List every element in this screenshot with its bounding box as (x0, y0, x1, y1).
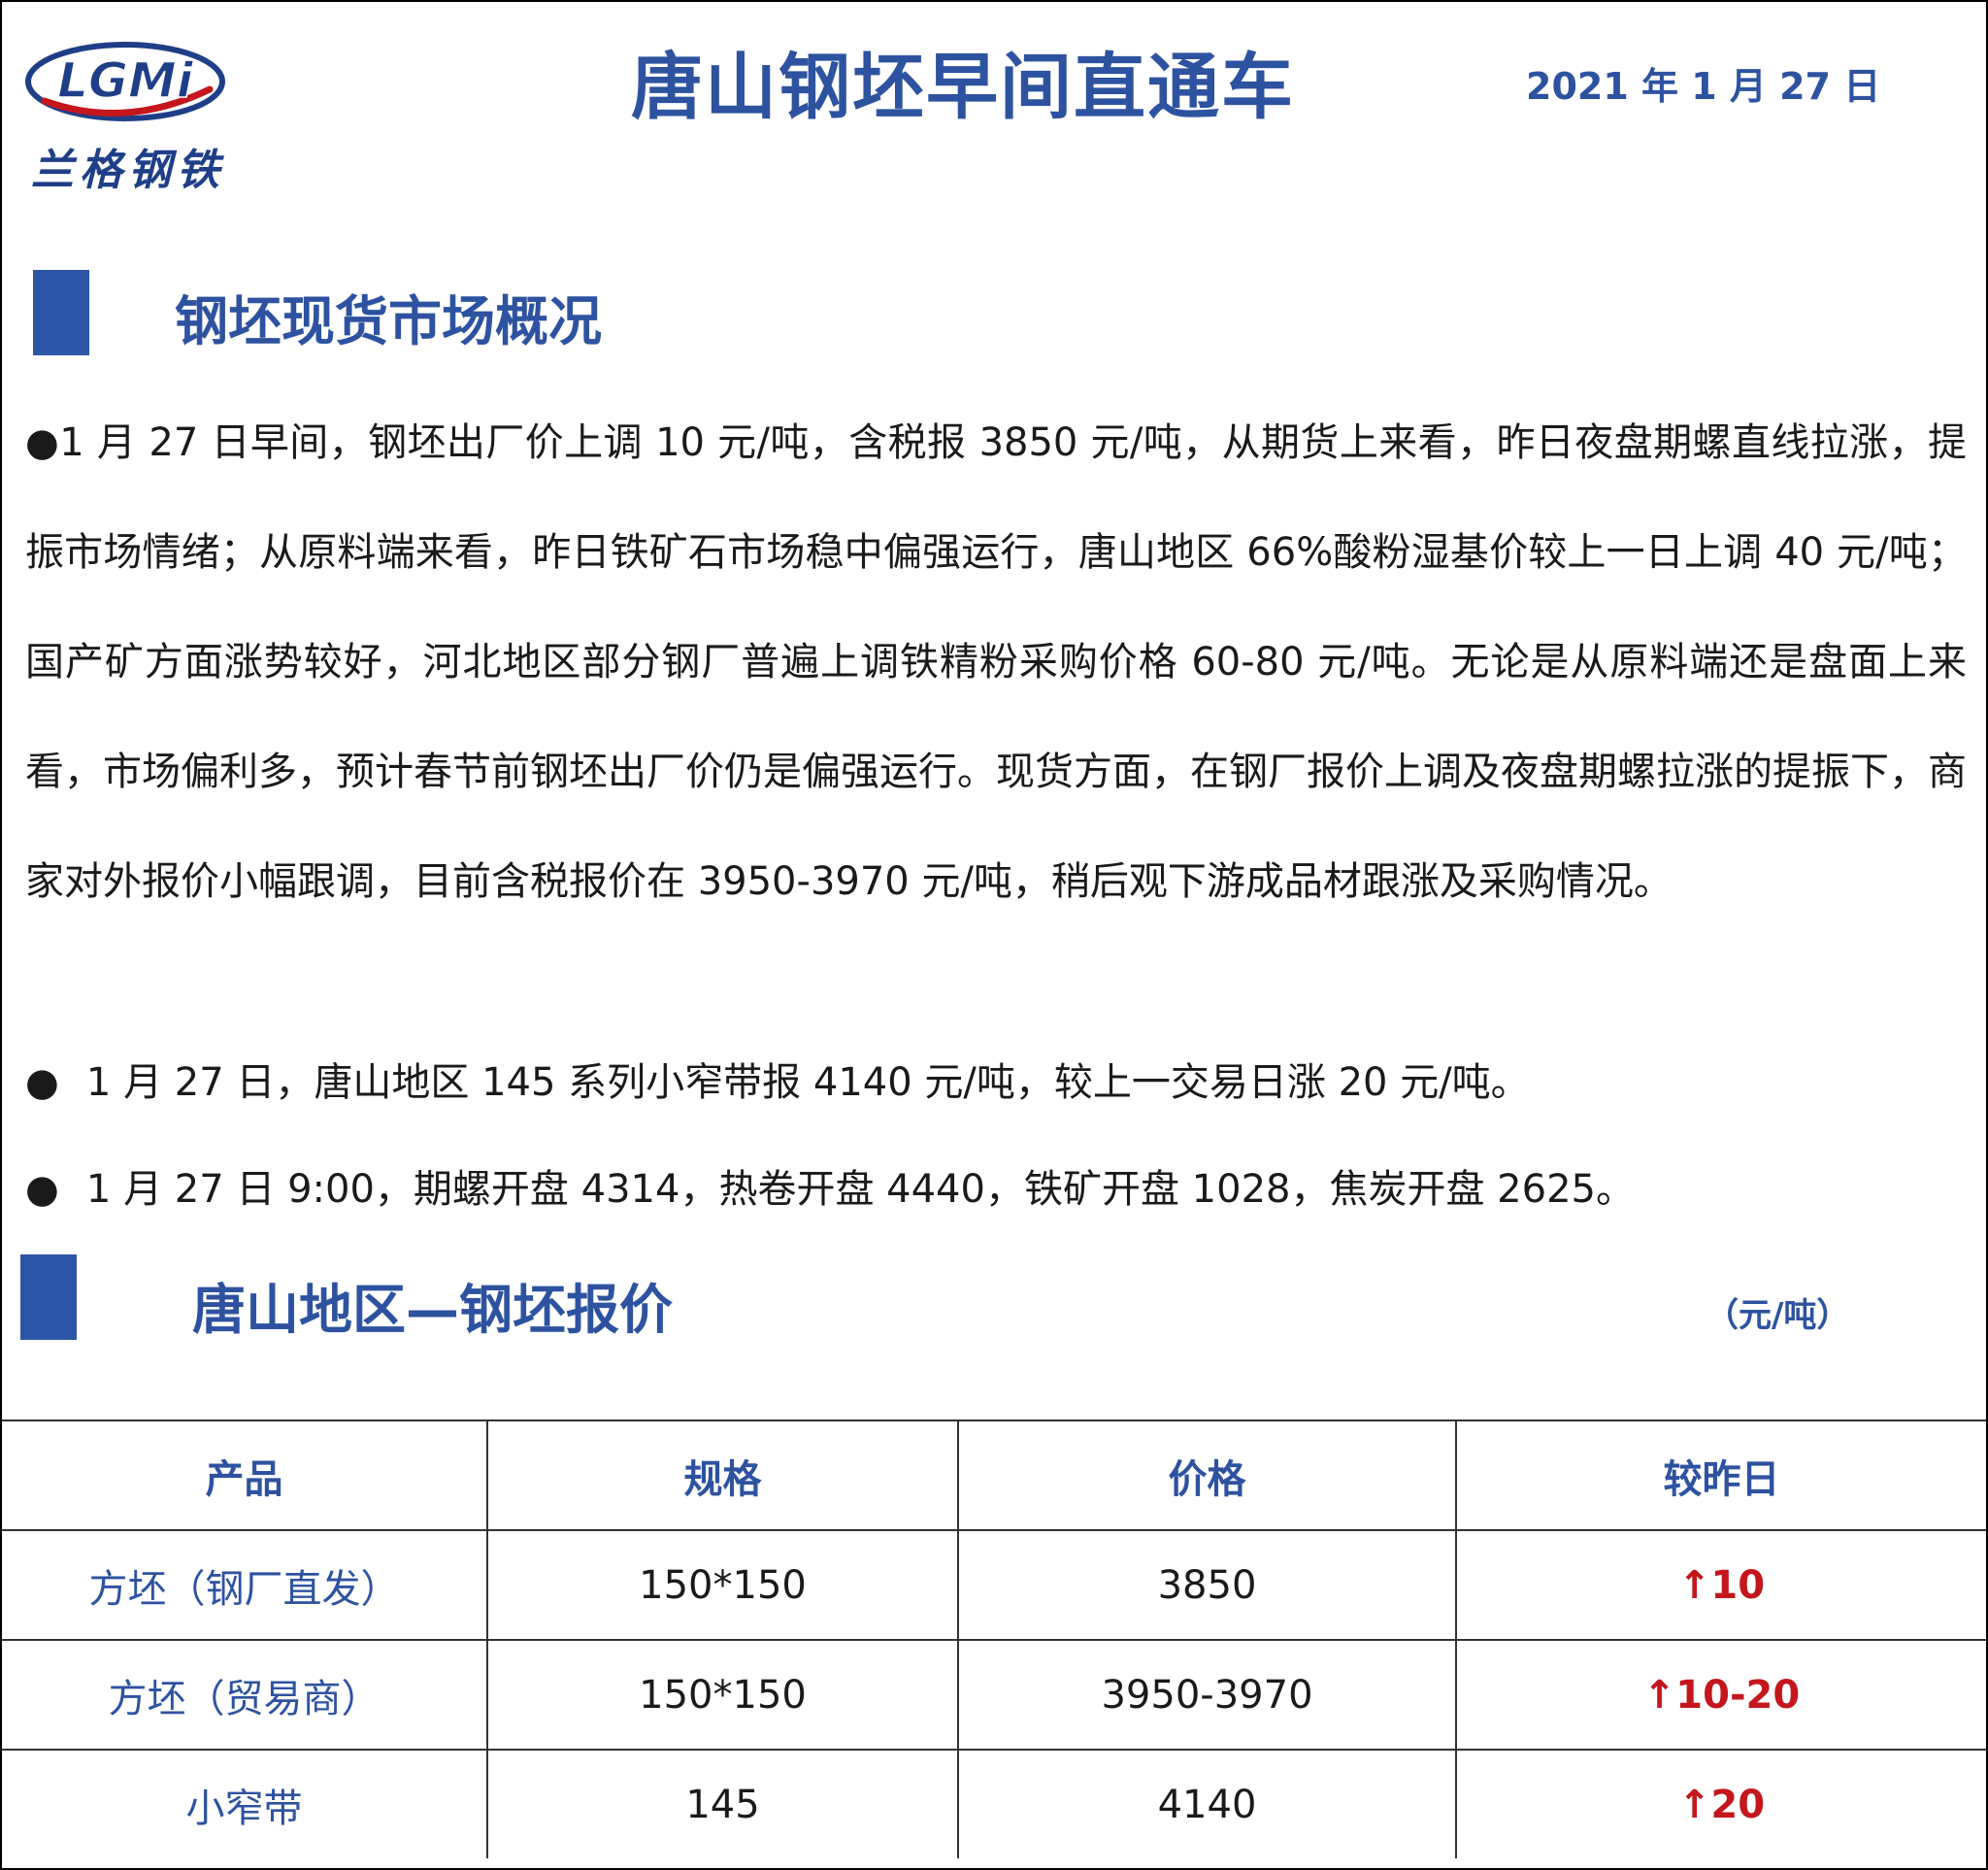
table-row: 方坯（钢厂直发） 150*150 3850 ↑10 (2, 1529, 1986, 1641)
bullet-item-narrow-strip: ● 1 月 27 日，唐山地区 145 系列小窄带报 4140 元/吨，较上一交易… (25, 1058, 1967, 1107)
bullet-text: 1 月 27 日 9:00，期螺开盘 4314，热卷开盘 4440，铁矿开盘 1… (85, 1167, 1635, 1212)
cell-price: 3950-3970 (957, 1639, 1457, 1751)
section-title-quotes: 唐山地区—钢坯报价 (192, 1279, 674, 1341)
bullet-text: 1 月 27 日，唐山地区 145 系列小窄带报 4140 元/吨，较上一交易日… (85, 1060, 1530, 1105)
cell-spec: 150*150 (486, 1529, 959, 1641)
table-row: 小窄带 145 4140 ↑20 (2, 1749, 1986, 1858)
company-logo: LGMi 兰格钢铁 (25, 41, 248, 196)
table-header-row: 产品 规格 价格 较昨日 (2, 1419, 1986, 1531)
section-marker-bar (20, 1254, 77, 1340)
column-header-price: 价格 (957, 1419, 1457, 1531)
cell-change: ↑10 (1455, 1529, 1986, 1641)
report-page: LGMi 兰格钢铁 唐山钢坯早间直通车 2021 年 1 月 27 日 钢坯现货… (0, 0, 1988, 1870)
column-header-spec: 规格 (486, 1419, 959, 1531)
cell-spec: 150*150 (486, 1639, 959, 1751)
bullet-dot-icon: ● (25, 1060, 59, 1105)
bullet-item-futures-open: ● 1 月 27 日 9:00，期螺开盘 4314，热卷开盘 4440，铁矿开盘 … (25, 1165, 1967, 1214)
cell-price: 3850 (957, 1529, 1457, 1641)
cell-spec: 145 (486, 1749, 959, 1858)
section-title-overview: 钢坯现货市场概况 (175, 290, 603, 352)
table-row: 方坯（贸易商） 150*150 3950-3970 ↑10-20 (2, 1639, 1986, 1751)
cell-product: 小窄带 (2, 1749, 488, 1858)
market-overview-paragraph: ●1 月 27 日早间，钢坯出厂价上调 10 元/吨，含税报 3850 元/吨，… (25, 388, 1967, 937)
column-header-change: 较昨日 (1455, 1419, 1986, 1531)
bullet-dot-icon: ● (25, 1167, 59, 1212)
cell-change: ↑20 (1455, 1749, 1986, 1858)
logo-mark-text: LGMi (57, 52, 194, 109)
billet-price-table: 产品 规格 价格 较昨日 方坯（钢厂直发） 150*150 3850 ↑10 方… (2, 1419, 1986, 1858)
cell-product: 方坯（钢厂直发） (2, 1529, 488, 1641)
report-date: 2021 年 1 月 27 日 (1526, 65, 1881, 108)
section-marker-bar (33, 270, 89, 355)
overview-text: ●1 月 27 日早间，钢坯出厂价上调 10 元/吨，含税报 3850 元/吨，… (25, 420, 1967, 904)
cell-change: ↑10-20 (1455, 1639, 1986, 1751)
price-unit-label: （元/吨） (1706, 1296, 1850, 1335)
logo-company-name: 兰格钢铁 (31, 146, 225, 195)
logo-emblem-icon: LGMi (25, 42, 225, 121)
cell-product: 方坯（贸易商） (2, 1639, 488, 1751)
page-title: 唐山钢坯早间直通车 (631, 46, 1295, 129)
column-header-product: 产品 (2, 1419, 488, 1531)
cell-price: 4140 (957, 1749, 1457, 1858)
